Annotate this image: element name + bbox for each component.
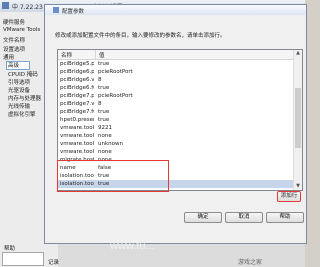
table-row[interactable]: vmware.tools.i... unknown (58, 140, 302, 148)
table-row[interactable]: pciBridge6.fun... true (58, 84, 302, 92)
row-value[interactable]: unknown (98, 140, 158, 148)
help-button[interactable]: 帮助 (266, 212, 304, 223)
tree-item[interactable]: 光驱设备 (8, 86, 30, 94)
tree-item[interactable]: 内存与处理器 (8, 94, 41, 102)
row-name: vmware.tools.i... (60, 133, 94, 139)
dialog-description: 修改或添加配置文件中的条目，输入要修改的参数名，请单击添加行。 (55, 33, 226, 39)
row-name: pciBridge6.vir... (60, 77, 94, 83)
table-row[interactable]: vmware.tools.i... none (58, 148, 302, 156)
app-icon (2, 2, 9, 9)
tree-item[interactable]: VMware Tools (3, 27, 40, 33)
row-value[interactable]: pcieRootPort (98, 92, 158, 100)
row-name: hpet0.present (60, 117, 94, 123)
cancel-button[interactable]: 取消 (225, 212, 263, 223)
column-header-name[interactable]: 名称 (61, 51, 72, 59)
row-name: pciBridge7.pre... (60, 93, 94, 99)
row-value[interactable]: true (98, 116, 158, 124)
outer-help-label[interactable]: 帮助 (4, 244, 15, 252)
table-row[interactable]: pciBridge7.vir... 8 (58, 100, 302, 108)
tree-item-advanced[interactable]: 高级 (8, 61, 19, 69)
row-name: pciBridge7.fun... (60, 109, 94, 115)
column-header-value[interactable]: 值 (99, 51, 105, 59)
row-value[interactable]: none (98, 132, 158, 140)
tree-item[interactable]: 引导选项 (8, 78, 30, 86)
highlight-new-rows (57, 160, 169, 192)
ok-button[interactable]: 确定 (184, 212, 222, 223)
table-row[interactable]: vmware.tools.i... none (58, 132, 302, 140)
table-scrollbar[interactable]: ▲ ▼ (293, 50, 302, 190)
table-row[interactable]: pciBridge6.vir... 8 (58, 76, 302, 84)
tree-item[interactable]: 文件名称 (3, 36, 25, 44)
dialog-icon (53, 7, 59, 13)
row-value[interactable]: 8 (98, 100, 158, 108)
table-row[interactable]: pciBridge5.pre... true (58, 60, 302, 68)
config-params-dialog: 配置参数 修改或添加配置文件中的条目，输入要修改的参数名，请单击添加行。 名称 … (44, 4, 307, 244)
row-value[interactable]: 8 (98, 76, 158, 84)
row-value[interactable]: true (98, 60, 158, 68)
row-value[interactable]: pcieRootPort (98, 68, 158, 76)
table-row[interactable]: pciBridge7.pre... pcieRootPort (58, 92, 302, 100)
tree-item[interactable]: 虚拟化引擎 (8, 110, 36, 118)
row-value[interactable]: true (98, 84, 158, 92)
watermark-site: 游戏之家 (238, 259, 263, 266)
row-name: pciBridge5.pre... (60, 61, 94, 67)
table-row[interactable]: hpet0.present true (58, 116, 302, 124)
outer-field[interactable] (2, 252, 44, 266)
row-value[interactable]: true (98, 108, 158, 116)
scroll-down-icon[interactable]: ▼ (295, 183, 301, 190)
dialog-titlebar: 配置参数 (45, 5, 306, 15)
scroll-thumb[interactable] (295, 88, 301, 148)
row-name: vmware.tools.i... (60, 141, 94, 147)
table-row[interactable]: pciBridge7.fun... true (58, 108, 302, 116)
tree-item[interactable]: 硬件服务 (3, 18, 25, 26)
row-name: pciBridge6.pre... (60, 69, 94, 75)
add-row-button[interactable]: 添加行 (277, 191, 301, 202)
outer-log-label: 记录 (48, 260, 60, 266)
row-name: vmware.tools.i... (60, 149, 94, 155)
column-divider[interactable] (95, 50, 96, 59)
row-name: pciBridge6.fun... (60, 85, 94, 91)
row-name: pciBridge7.vir... (60, 101, 94, 107)
tree-item[interactable]: CPUID 掩码 (8, 70, 38, 78)
watermark-url: www.tu... (110, 240, 155, 252)
tree-item[interactable]: 通用 (3, 53, 14, 61)
table-header: 名称 值 (58, 50, 302, 60)
scroll-up-icon[interactable]: ▲ (295, 50, 301, 57)
row-value[interactable]: 9221 (98, 124, 158, 132)
tree-item[interactable]: 设置选项 (3, 45, 25, 53)
row-value[interactable]: none (98, 148, 158, 156)
dialog-title: 配置参数 (62, 9, 85, 15)
row-name: vmware.tools.i... (60, 125, 94, 131)
table-row[interactable]: pciBridge6.pre... pcieRootPort (58, 68, 302, 76)
table-row[interactable]: vmware.tools.i... 9221 (58, 124, 302, 132)
tree-item[interactable]: 光线传输 (8, 102, 30, 110)
